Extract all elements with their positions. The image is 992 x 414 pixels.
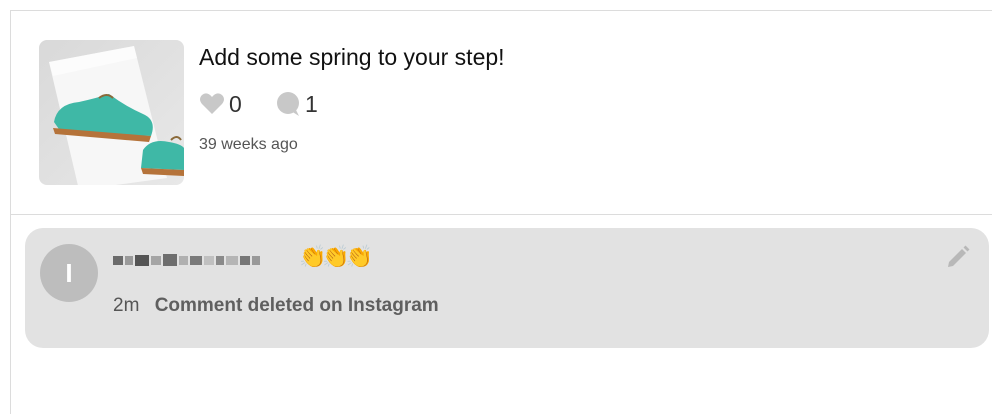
edit-button[interactable] xyxy=(943,242,973,272)
comments-stat[interactable]: 1 xyxy=(275,91,318,117)
heart-icon xyxy=(200,93,224,114)
comment-meta: 2m Comment deleted on Instagram xyxy=(113,295,439,317)
likes-stat[interactable]: 0 xyxy=(199,91,242,117)
pencil-icon xyxy=(948,245,970,267)
comment-timestamp: 2m xyxy=(113,295,140,316)
post-panel: Add some spring to your step! 0 1 39 wee… xyxy=(10,10,992,414)
post-summary: Add some spring to your step! 0 1 39 wee… xyxy=(11,11,992,215)
clapping-emoji: 👏👏👏 xyxy=(299,244,373,269)
comments-count: 1 xyxy=(305,90,318,117)
speech-bubble-icon xyxy=(277,92,299,116)
avatar[interactable]: I xyxy=(40,244,98,302)
post-title: Add some spring to your step! xyxy=(199,44,505,70)
comment-item: I 👏👏👏 2m Comment deleted on Instagram xyxy=(25,228,989,348)
username-redacted xyxy=(113,250,291,270)
comment-status: Comment deleted on Instagram xyxy=(154,295,439,316)
likes-count: 0 xyxy=(229,90,242,117)
post-timestamp: 39 weeks ago xyxy=(199,136,298,153)
post-thumbnail[interactable] xyxy=(39,40,184,185)
